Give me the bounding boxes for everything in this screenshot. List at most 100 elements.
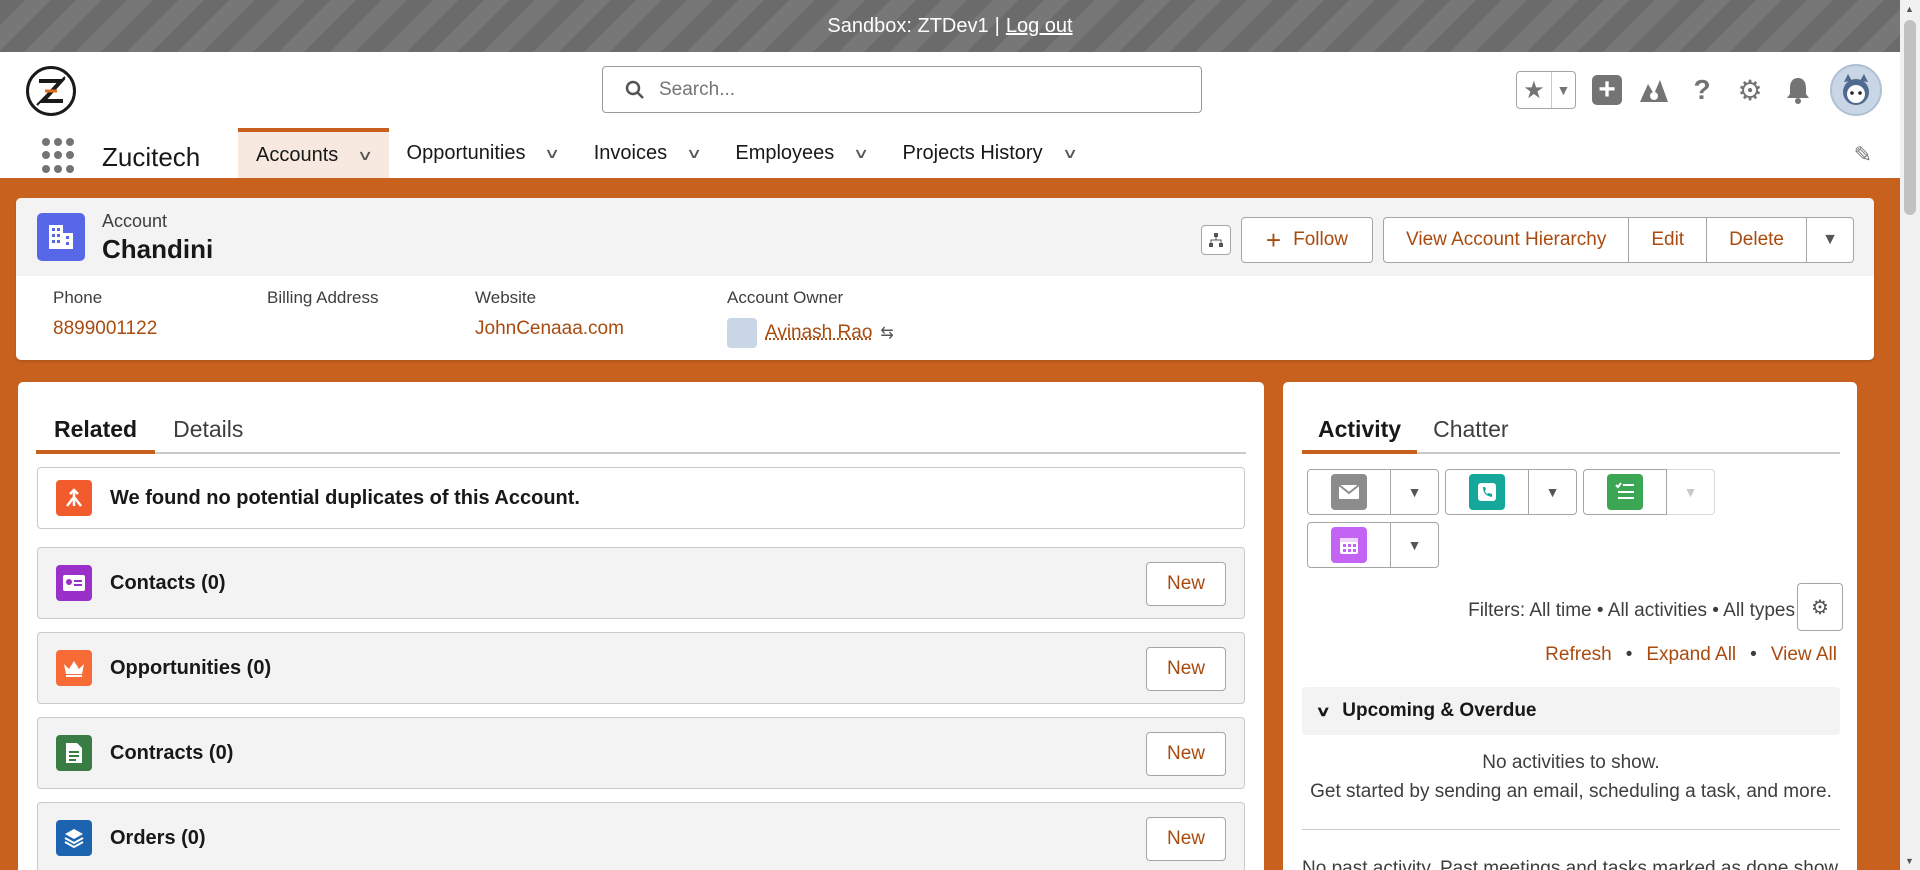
- email-action: ▼: [1307, 469, 1439, 515]
- filter-settings-icon[interactable]: ⚙: [1797, 583, 1843, 631]
- scroll-down-icon[interactable]: ▼: [1905, 856, 1914, 866]
- nav-tab-employees[interactable]: Employees ∨: [717, 128, 884, 178]
- bell-icon[interactable]: [1782, 74, 1814, 106]
- scroll-up-icon[interactable]: ▲: [1905, 4, 1914, 14]
- upcoming-overdue-section[interactable]: ∨ Upcoming & Overdue: [1302, 687, 1840, 735]
- help-icon[interactable]: ?: [1686, 74, 1718, 106]
- favorites-dropdown-icon[interactable]: ▼: [1552, 72, 1575, 108]
- global-search[interactable]: [602, 66, 1202, 113]
- tab-details[interactable]: Details: [155, 382, 261, 454]
- get-started-text: Get started by sending an email, schedul…: [1310, 781, 1832, 802]
- star-icon[interactable]: ★: [1517, 72, 1552, 108]
- new-contract-button[interactable]: New: [1145, 732, 1226, 776]
- gear-icon[interactable]: ⚙: [1734, 74, 1766, 106]
- related-list-title[interactable]: Contacts (0): [110, 572, 226, 595]
- nav-tab-label: Employees: [735, 141, 835, 164]
- nav-tab-projects-history[interactable]: Projects History ∨: [885, 128, 1093, 178]
- crown-icon: [56, 650, 92, 686]
- owner-avatar: [727, 318, 757, 348]
- email-icon: [1331, 474, 1367, 510]
- more-actions-button[interactable]: ▼: [1806, 217, 1854, 263]
- phone-link[interactable]: 8899001122: [53, 318, 157, 340]
- activity-tabs: Activity Chatter: [1302, 382, 1840, 454]
- logo-icon: [36, 76, 66, 106]
- company-logo[interactable]: [26, 66, 76, 116]
- record-header: Account Chandini + Follow View Account H…: [16, 198, 1874, 360]
- app-name: Zucitech: [102, 142, 201, 172]
- sandbox-label: Sandbox: ZTDev1: [827, 14, 989, 37]
- chevron-down-icon[interactable]: ∨: [686, 145, 702, 162]
- chevron-down-icon[interactable]: ∨: [544, 145, 560, 162]
- field-phone: Phone 8899001122: [53, 288, 157, 340]
- related-panel: Related Details We found no potential du…: [18, 382, 1264, 870]
- field-label: Phone: [53, 288, 103, 307]
- field-label: Billing Address: [267, 288, 379, 307]
- chevron-down-icon[interactable]: ∨: [853, 145, 869, 162]
- log-call-button[interactable]: [1445, 469, 1529, 515]
- sandbox-separator: |: [994, 14, 1000, 37]
- nav-tab-label: Invoices: [593, 141, 668, 164]
- activity-panel: Activity Chatter ▼ ▼ ▼ ▼ Filters: All ti…: [1283, 382, 1857, 870]
- contact-icon: [56, 565, 92, 601]
- hierarchy-icon[interactable]: [1200, 225, 1231, 255]
- search-input[interactable]: [659, 78, 1159, 101]
- nav-tab-invoices[interactable]: Invoices ∨: [576, 128, 718, 178]
- related-list-title[interactable]: Opportunities (0): [110, 657, 271, 680]
- edit-nav-icon[interactable]: ✎: [1854, 142, 1872, 168]
- nav-tab-opportunities[interactable]: Opportunities ∨: [389, 128, 576, 178]
- email-button[interactable]: [1307, 469, 1391, 515]
- view-all-link[interactable]: View All: [1771, 644, 1837, 666]
- scroll-thumb[interactable]: [1904, 20, 1916, 215]
- task-action: ▼: [1583, 469, 1715, 515]
- owner-value: Avinash Rao ⇆: [727, 318, 894, 348]
- new-opportunity-button[interactable]: New: [1145, 647, 1226, 691]
- owner-link[interactable]: Avinash Rao: [765, 322, 872, 344]
- record-object-type: Account: [102, 211, 168, 231]
- view-account-hierarchy-button[interactable]: View Account Hierarchy: [1383, 217, 1630, 263]
- user-avatar[interactable]: [1830, 64, 1882, 116]
- delete-button[interactable]: Delete: [1706, 217, 1807, 263]
- past-activity-message: No past activity. Past meetings and task…: [1302, 858, 1840, 870]
- event-action: ▼: [1307, 522, 1439, 568]
- plus-icon: +: [1265, 224, 1282, 255]
- new-task-button[interactable]: [1583, 469, 1667, 515]
- refresh-link[interactable]: Refresh: [1545, 644, 1612, 666]
- duplicate-message: We found no potential duplicates of this…: [110, 486, 580, 509]
- trailhead-icon[interactable]: [1638, 74, 1670, 106]
- call-dropdown-icon[interactable]: ▼: [1529, 469, 1577, 515]
- page-scrollbar[interactable]: ▲ ▼: [1900, 0, 1920, 870]
- new-order-button[interactable]: New: [1145, 817, 1226, 861]
- nav-tab-accounts[interactable]: Accounts ∨: [238, 128, 389, 178]
- call-action: ▼: [1445, 469, 1577, 515]
- tab-chatter[interactable]: Chatter: [1417, 382, 1524, 454]
- event-dropdown-icon[interactable]: ▼: [1391, 522, 1439, 568]
- related-list-title[interactable]: Contracts (0): [110, 742, 233, 765]
- header-utility-icons: ★ ▼ + ? ⚙: [1516, 64, 1882, 116]
- tab-related[interactable]: Related: [36, 382, 156, 454]
- email-dropdown-icon[interactable]: ▼: [1391, 469, 1439, 515]
- logout-link[interactable]: Log out: [1006, 15, 1073, 38]
- edit-button[interactable]: Edit: [1628, 217, 1708, 263]
- activity-filters: Filters: All time • All activities • All…: [1468, 600, 1795, 621]
- related-list-title[interactable]: Orders (0): [110, 827, 206, 850]
- follow-button[interactable]: + Follow: [1240, 217, 1374, 263]
- tab-activity[interactable]: Activity: [1302, 382, 1418, 454]
- expand-all-link[interactable]: Expand All: [1646, 644, 1736, 666]
- chevron-down-icon[interactable]: ∨: [1062, 145, 1078, 162]
- add-icon[interactable]: +: [1592, 75, 1622, 105]
- new-contact-button[interactable]: New: [1145, 562, 1226, 606]
- app-launcher-icon[interactable]: [42, 138, 78, 174]
- website-link[interactable]: JohnCenaaa.com: [475, 318, 624, 340]
- chevron-down-icon[interactable]: ∨: [357, 147, 373, 164]
- related-list-contacts: Contacts (0) New: [37, 547, 1245, 619]
- nav-tab-label: Accounts: [256, 143, 339, 166]
- follow-label: Follow: [1293, 229, 1349, 250]
- record-name: Chandini: [102, 234, 214, 264]
- field-billing-address: Billing Address: [267, 288, 379, 318]
- related-list-orders: Orders (0) New: [37, 802, 1245, 870]
- new-event-button[interactable]: [1307, 522, 1391, 568]
- merge-icon: [56, 480, 92, 516]
- change-owner-icon[interactable]: ⇆: [880, 323, 893, 343]
- field-account-owner: Account Owner Avinash Rao ⇆: [727, 288, 894, 348]
- nav-tab-label: Projects History: [902, 141, 1043, 164]
